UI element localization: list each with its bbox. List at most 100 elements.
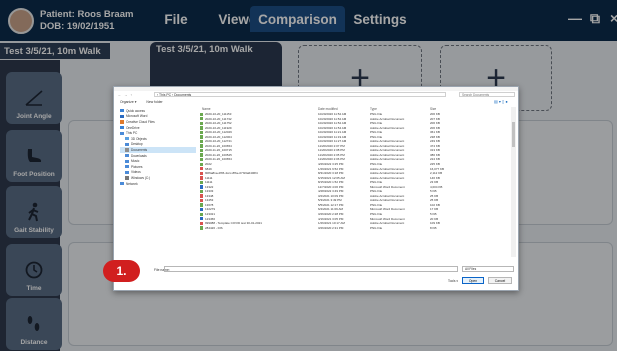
address-bar[interactable]: ‹ This PC › Documents (154, 92, 446, 97)
file-icon (200, 226, 203, 230)
file-date: 10/20/2020 11:27 AM (318, 139, 347, 144)
column-name[interactable]: Name (202, 107, 211, 111)
file-type: Adobe Acrobat Document (370, 148, 405, 153)
nav-item-label: Documents (131, 147, 148, 152)
file-size: 146 KB (430, 175, 440, 180)
file-icon (200, 198, 203, 203)
file-icon (200, 194, 203, 198)
open-button[interactable]: Open (462, 277, 484, 284)
nav-item-label: Desktop (131, 142, 143, 147)
file-type: PNG File (370, 162, 383, 167)
tools-menu[interactable]: Tools ▾ (448, 279, 458, 283)
file-date: 10/20/2020 11:21 AM (318, 130, 347, 135)
file-icon (200, 121, 203, 125)
forward-icon[interactable]: → (124, 93, 127, 97)
file-name: 13322 (205, 184, 214, 189)
file-name: 2020-10-20_111929 (205, 125, 232, 130)
file-name: 2020-11-20_100654 (205, 157, 232, 162)
file-type: PNG File (370, 189, 383, 194)
file-type: Microsoft Word Document (370, 216, 405, 221)
file-icon (200, 217, 203, 221)
file-name: 123456 (205, 216, 216, 221)
file-type: PNG File (370, 134, 383, 139)
file-date: 12/7/2020 4:06 PM (318, 184, 344, 189)
file-name: 90f9a81a-2f65-4ccc-8f6e-07f16a6406f4 (205, 171, 258, 176)
file-list: 2020-10-20_111153 10/20/2020 11:52 AM PNG … (200, 112, 512, 252)
file-name: 284426 - DIS (205, 225, 223, 230)
file-name: 13453 (205, 198, 214, 203)
nav-item-label: Quick access (126, 108, 145, 113)
column-date[interactable]: Date modified (318, 107, 338, 111)
folder-icon (120, 131, 124, 135)
file-size: 8 KB (430, 225, 437, 230)
scroll-thumb[interactable] (512, 122, 515, 147)
file-size: 224 KB (430, 157, 440, 162)
file-type-filter[interactable]: All Files (462, 266, 514, 272)
search-input[interactable]: Search Documents (459, 92, 515, 97)
organize-button[interactable]: Organize ▾ (120, 100, 136, 104)
file-type: PNG File (370, 212, 383, 217)
file-type: Adobe Acrobat Document (370, 157, 405, 162)
file-icon (200, 135, 203, 139)
file-date: 4/16/2021 3:05 PM (318, 216, 344, 221)
file-date: 10/20/2020 11:19 AM (318, 134, 347, 139)
up-icon[interactable]: ↑ (130, 93, 132, 97)
file-type: Adobe Acrobat Document (370, 171, 405, 176)
file-size: 206 KB (430, 125, 440, 130)
file-icon (200, 189, 203, 194)
file-date: 11/20/2020 2:07 PM (318, 143, 345, 148)
file-open-dialog: ← → ↑ ‹ This PC › Documents Search Docum… (113, 86, 519, 291)
column-type[interactable]: Type (370, 107, 377, 111)
file-name: 2020-10-20_112721 (205, 139, 232, 144)
nav-item-label: Pictures (131, 164, 143, 169)
folder-icon (125, 176, 129, 180)
file-row[interactable]: 284426 - DIS 3/26/2020 2:31 PM PNG File 8 K… (200, 226, 512, 231)
file-size: 474 KB (430, 143, 440, 148)
folder-icon (120, 120, 124, 124)
file-date: 10/20/2020 11:52 AM (318, 116, 347, 121)
file-icon (200, 185, 203, 189)
column-size[interactable]: Size (430, 107, 436, 111)
file-type: Adobe Acrobat Document (370, 166, 405, 171)
file-type: Adobe Acrobat Document (370, 221, 405, 226)
file-name: 11111 (205, 180, 213, 185)
file-size: 17 KB (430, 207, 439, 212)
file-date: 5/5/2021 12:17 PM (318, 202, 344, 207)
file-size: 20 KB (430, 216, 439, 221)
nav-item-label: Network (126, 181, 138, 186)
file-name: 2020-11-20_100525 (205, 152, 232, 157)
file-date: 3/26/2020 2:28 PM (318, 212, 344, 217)
file-date: 5/3/2021 3:49 PM (318, 198, 342, 203)
new-folder-button[interactable]: New folder (146, 100, 162, 104)
nav-item[interactable]: Network (120, 181, 196, 187)
file-name-input[interactable] (164, 266, 458, 272)
nav-item-label: This PC (126, 131, 138, 136)
folder-icon (125, 148, 129, 152)
file-date: 6/15/2021 12:05 AM (318, 175, 345, 180)
file-name: 13678 (205, 202, 214, 207)
file-size: 23 KB (430, 180, 439, 185)
file-type: Adobe Acrobat Document (370, 143, 405, 148)
file-date: 1/26/2021 10:17 AM (318, 221, 345, 226)
file-date: 11/20/2020 2:05 PM (318, 152, 345, 157)
dialog-toolbar: Organize ▾ New folder (120, 99, 163, 105)
file-icon (200, 167, 203, 171)
file-icon (200, 153, 203, 157)
file-size: 386 KB (430, 152, 440, 157)
back-icon[interactable]: ← (118, 93, 121, 97)
file-icon (200, 203, 203, 207)
view-options-icon[interactable]: ▤ ▾ ▯ ● (494, 99, 508, 104)
file-list-scrollbar[interactable] (511, 107, 516, 257)
cancel-button[interactable]: Cancel (488, 277, 512, 284)
file-date: 1/29/2021 9:52 PM (318, 166, 344, 171)
file-icon (200, 171, 203, 175)
file-type: Microsoft Word Document (370, 207, 405, 212)
file-size: 25 KB (430, 193, 439, 198)
folder-icon (120, 125, 124, 130)
file-type: PNG File (370, 112, 383, 116)
file-name: 2020-10-20_112029 (205, 130, 232, 135)
file-name: 2020-11-20_100654 (205, 143, 232, 148)
file-icon (200, 112, 203, 116)
file-date: 6/4/2021 11:09 AM (318, 207, 343, 212)
file-type: Adobe Acrobat Document (370, 139, 405, 144)
